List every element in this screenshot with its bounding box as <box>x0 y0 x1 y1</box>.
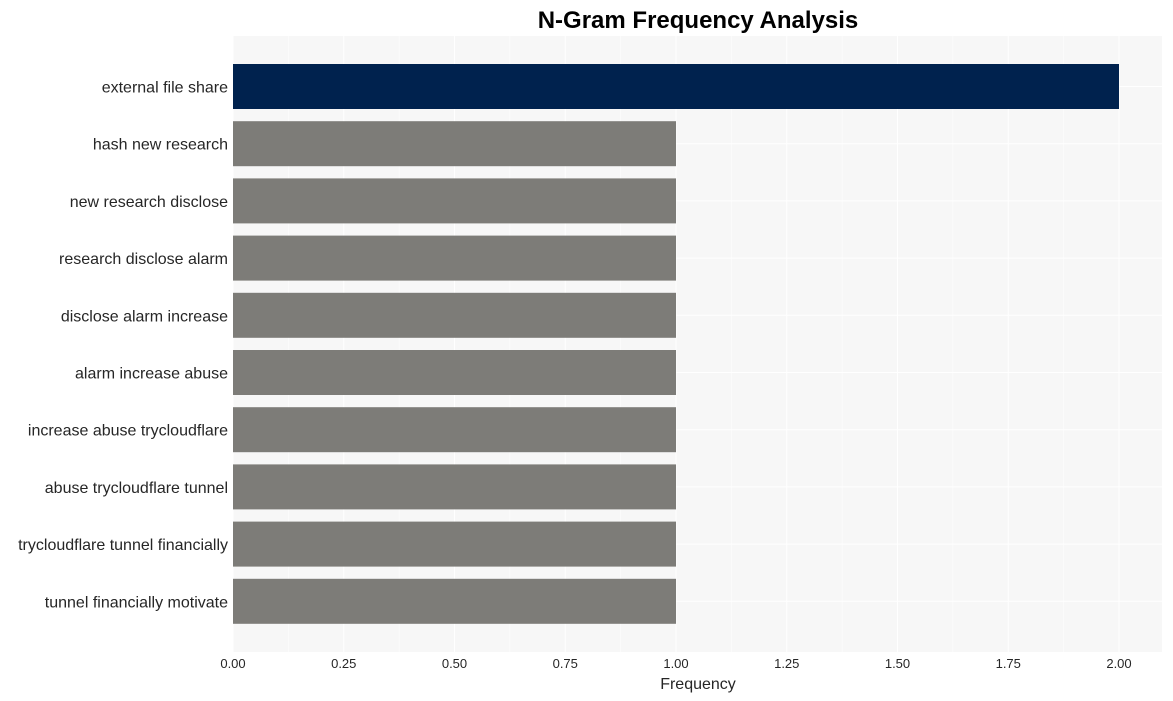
x-tick-label: 1.75 <box>996 656 1021 671</box>
y-tick-label: new research disclose <box>70 194 228 211</box>
bar <box>233 350 676 395</box>
x-tick-label: 1.50 <box>885 656 910 671</box>
y-tick-label: alarm increase abuse <box>75 366 228 383</box>
x-axis-title: Frequency <box>660 676 736 693</box>
x-tick-label: 1.00 <box>663 656 688 671</box>
x-axis-ticks: 0.00 0.25 0.50 0.75 1.00 1.25 1.50 1.75 2.00 <box>220 656 1131 671</box>
y-tick-label: increase abuse trycloudflare <box>28 423 228 440</box>
y-tick-label: abuse trycloudflare tunnel <box>45 480 228 497</box>
x-tick-label: 1.25 <box>774 656 799 671</box>
bar <box>233 578 676 624</box>
bar <box>233 178 676 224</box>
bar <box>233 521 676 567</box>
x-tick-label: 2.00 <box>1106 656 1131 671</box>
bar <box>233 464 676 510</box>
bar <box>233 407 676 453</box>
y-axis-labels: external file share hash new research new … <box>18 80 228 612</box>
chart: external file share hash new research new … <box>18 7 1162 693</box>
y-tick-label: disclose alarm increase <box>61 308 228 325</box>
chart-title: N-Gram Frequency Analysis <box>538 7 859 34</box>
y-tick-label: hash new research <box>93 137 228 154</box>
y-tick-label: external file share <box>102 80 228 97</box>
x-tick-label: 0.75 <box>553 656 578 671</box>
x-tick-label: 0.50 <box>442 656 467 671</box>
x-tick-label: 0.00 <box>220 656 245 671</box>
y-tick-label: trycloudflare tunnel financially <box>18 537 228 554</box>
x-tick-label: 0.25 <box>331 656 356 671</box>
y-tick-label: tunnel financially motivate <box>45 594 228 611</box>
bar <box>233 121 676 167</box>
bar <box>233 292 676 338</box>
bar <box>233 64 1119 109</box>
bar <box>233 235 676 281</box>
y-tick-label: research disclose alarm <box>59 251 228 268</box>
